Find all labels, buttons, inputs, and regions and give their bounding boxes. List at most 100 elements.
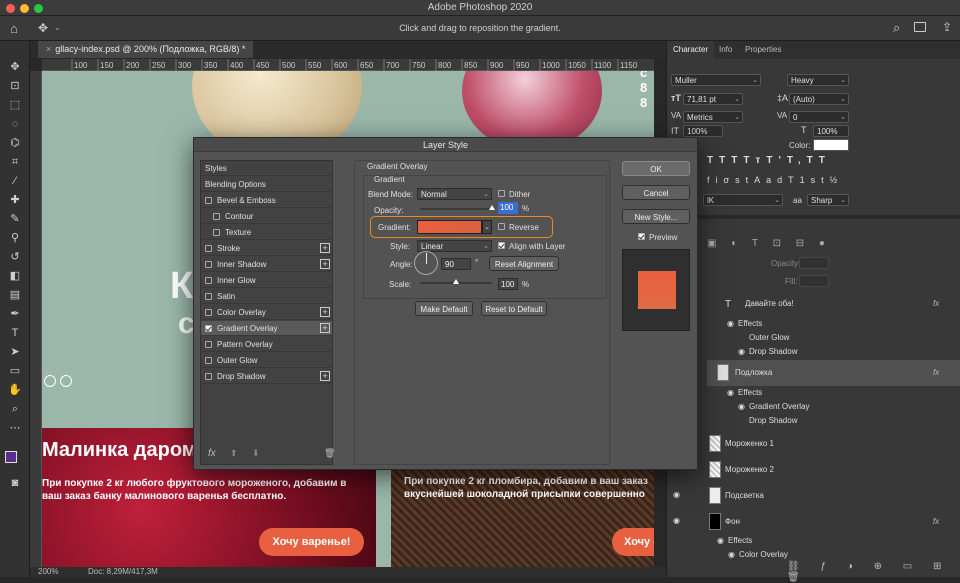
scale-slider-thumb[interactable] [453,279,459,284]
tab-character[interactable]: Character [667,41,715,59]
pen-tool-icon[interactable]: ✒ [6,306,24,322]
minimize-window-button[interactable] [20,4,29,13]
quick-mask-icon[interactable]: ◙ [6,475,24,491]
add-style-icon[interactable]: + [320,243,330,253]
healing-brush-icon[interactable]: ✚ [6,192,24,208]
type-tool-icon[interactable]: T [6,325,24,341]
horizontal-scale-field[interactable]: 100% [813,125,849,137]
close-window-button[interactable] [6,4,15,13]
preview-checkbox[interactable] [638,233,645,240]
opacity-slider-thumb[interactable] [489,205,495,210]
contextual-alt-button[interactable]: σ [724,175,736,185]
effect-row[interactable]: Outer Glow [707,333,960,345]
leading-field[interactable]: (Auto) ⌄ [789,93,849,105]
ok-button[interactable]: OK [622,161,690,176]
style-item[interactable]: Satin [201,289,332,304]
style-checkbox[interactable] [213,229,220,236]
tab-properties[interactable]: Properties [739,41,787,59]
fractions-button[interactable]: ½ [830,175,844,185]
faux-bold-button[interactable]: T [707,155,719,166]
style-checkbox[interactable] [205,341,212,348]
rectangle-tool-icon[interactable]: ▭ [6,363,24,379]
type-style-buttons[interactable]: TTTTтT'T,TT [707,155,857,166]
style-item[interactable]: Outer Glow [201,353,332,368]
reset-to-default-button[interactable]: Reset to Default [481,301,547,316]
vertical-scale-field[interactable]: 100% [683,125,723,137]
superscript-button[interactable]: T' [766,155,787,166]
chevron-down-icon[interactable]: ⌄ [54,23,61,32]
path-select-icon[interactable]: ➤ [6,344,24,360]
text-color-swatch[interactable] [813,139,849,151]
share-icon[interactable]: ⇪ [942,20,952,34]
add-style-icon[interactable]: + [320,307,330,317]
document-tab[interactable]: × gllacy-index.psd @ 200% (Подложка, RGB/… [38,41,254,58]
style-checkbox[interactable] [205,309,212,316]
effects-row[interactable]: ◉ Effects [707,388,960,400]
fx-icon[interactable]: fx [208,448,216,459]
make-default-button[interactable]: Make Default [415,301,473,316]
history-brush-icon[interactable]: ↺ [6,249,24,265]
blend-mode-select[interactable]: Normal ⌄ [417,188,492,200]
fx-icon[interactable]: fx [933,299,939,308]
font-style-select[interactable]: Heavy ⌄ [787,74,849,86]
strikethrough-button[interactable]: T [819,155,831,166]
reverse-checkbox[interactable] [498,223,505,230]
add-style-icon[interactable]: + [320,259,330,269]
add-style-icon[interactable]: + [320,323,330,333]
chevron-down-icon[interactable]: ⌄ [482,220,492,234]
align-with-layer-checkbox[interactable] [498,242,505,249]
effect-row[interactable]: ◉ Drop Shadow [707,347,960,359]
style-checkbox[interactable] [205,293,212,300]
workspace-icon[interactable] [914,22,926,32]
small-caps-button[interactable]: Tт [743,155,766,166]
brush-tool-icon[interactable]: ✎ [6,211,24,227]
fx-icon[interactable]: fx [933,517,939,526]
style-item[interactable]: Drop Shadow + [201,369,332,384]
slider-dot-2[interactable] [60,375,72,387]
eraser-icon[interactable]: ◧ [6,268,24,284]
tracking-field[interactable]: 0 ⌄ [789,111,849,123]
eye-icon[interactable]: ◉ [717,536,724,545]
crop-tool-icon[interactable]: ⌗ [6,154,24,170]
style-item[interactable]: Pattern Overlay [201,337,332,352]
new-style-button[interactable]: New Style... [622,209,690,224]
layer-row[interactable]: T Давайте оба! fx [707,299,960,313]
layer-row[interactable]: Мороженко 2 [707,459,960,481]
style-item[interactable]: Contour [201,209,332,224]
swash-button[interactable]: A [754,175,766,185]
layer-row-selected[interactable]: Подложка fx [707,360,960,386]
quick-select-icon[interactable]: ⌬ [6,135,24,151]
ligature-button[interactable]: fi [707,175,724,185]
scale-field[interactable]: 100 [498,278,518,290]
style-item[interactable]: Blending Options [201,177,332,192]
dither-checkbox[interactable] [498,190,505,197]
style-checkbox[interactable] [205,277,212,284]
eye-icon[interactable]: ◉ [673,490,680,499]
eye-icon[interactable]: ◉ [738,347,745,356]
layers-opacity-field[interactable] [799,257,829,269]
style-checkbox[interactable] [205,357,212,364]
eye-icon[interactable]: ◉ [727,388,734,397]
anti-alias-select[interactable]: Sharp ⌄ [807,194,849,206]
font-family-select[interactable]: Muller ⌄ [671,74,761,86]
style-checkbox[interactable] [205,245,212,252]
style-checkbox[interactable] [205,261,212,268]
discretionary-lig-button[interactable]: st [735,175,754,185]
layer-row[interactable]: ◉ Фон fx [673,511,960,533]
style-checkbox[interactable] [213,213,220,220]
layers-fill-field[interactable] [799,275,829,287]
move-up-icon[interactable]: ⬆ [230,448,238,459]
trash-icon[interactable]: 🗑 [324,448,335,459]
font-size-field[interactable]: 71,81 pt ⌄ [683,93,743,105]
effects-row[interactable]: ◉ Effects [707,319,960,331]
eyedropper-icon[interactable]: ⁄ [6,173,24,189]
style-item[interactable]: Gradient Overlay + [201,321,332,336]
eye-icon[interactable]: ◉ [673,516,680,525]
style-checkbox[interactable] [205,197,212,204]
zoom-tool-icon[interactable]: ⌕ [6,401,24,417]
style-item[interactable]: Inner Shadow + [201,257,332,272]
effects-row[interactable]: ◉ Effects [707,536,960,548]
gradient-swatch[interactable] [417,220,482,234]
layer-filter-icons[interactable]: ▣ ◐ T ⊡ ⊟ ● [707,238,960,252]
tab-info[interactable]: Info [713,41,738,59]
